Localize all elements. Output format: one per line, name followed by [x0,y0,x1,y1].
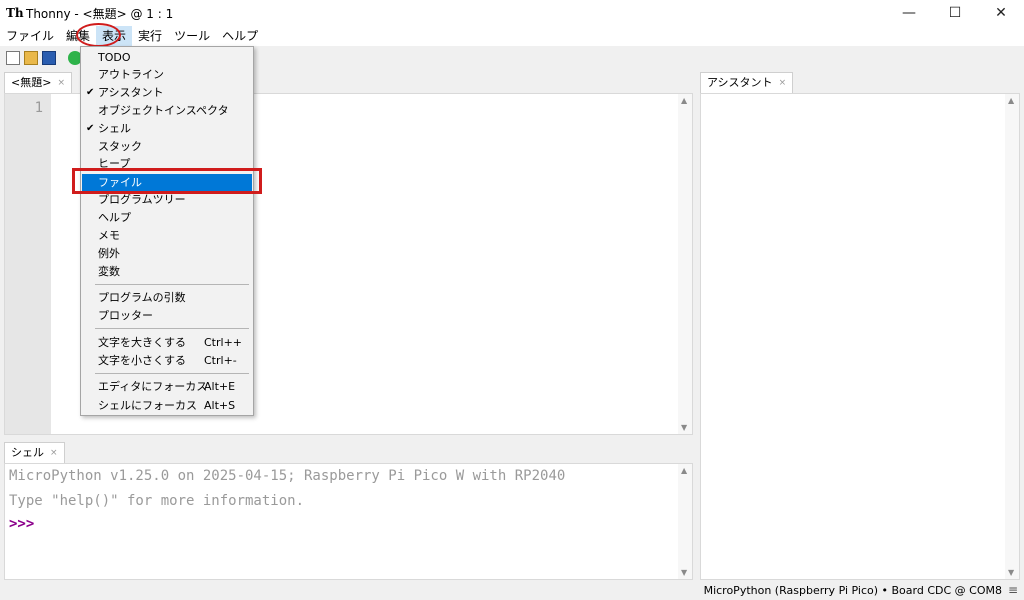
scroll-up-icon[interactable]: ▲ [1008,96,1014,105]
view-menu-item-increase-font[interactable]: 文字を大きくする Ctrl++ [82,334,252,351]
check-icon: ✔ [86,87,95,98]
assistant-scrollbar[interactable]: ▲ ▼ [1005,94,1019,579]
minimize-icon[interactable]: — [886,0,932,26]
shortcut-label: Alt+S [204,399,236,412]
thonny-app-icon: Th [6,6,24,20]
tab-label: シェル [11,446,44,459]
shortcut-label: Ctrl+- [204,354,237,367]
scroll-up-icon[interactable]: ▲ [681,466,687,475]
menu-file[interactable]: ファイル [0,26,60,46]
close-icon[interactable]: × [779,73,787,93]
scroll-down-icon[interactable]: ▼ [681,568,687,577]
check-icon: ✔ [86,123,95,134]
view-menu-item-program-arguments[interactable]: プログラムの引数 [82,289,252,306]
view-menu-item-exception[interactable]: 例外 [82,245,252,262]
shortcut-label: Alt+E [204,380,236,393]
view-menu-item-shell[interactable]: ✔ シェル [82,120,252,137]
view-menu-item-variables[interactable]: 変数 [82,263,252,280]
menu-grip-icon[interactable]: ≡ [1008,583,1018,597]
new-file-icon[interactable] [6,51,20,65]
shortcut-label: Ctrl++ [204,336,243,349]
save-icon[interactable] [42,51,56,65]
tab-shell[interactable]: シェル × [4,442,65,463]
view-menu-item-assistant[interactable]: ✔ アシスタント [82,84,252,101]
shell-scrollbar[interactable]: ▲ ▼ [678,464,692,579]
view-menu-item-todo[interactable]: TODO [82,49,252,66]
assistant-panel: ▲ ▼ [700,93,1020,580]
tab-label: アシスタント [707,76,773,89]
window-title: Thonny - <無題> @ 1 : 1 [26,6,174,21]
assistant-tabbar: アシスタント × [700,72,1020,93]
open-folder-icon[interactable] [24,51,38,65]
shell-panel[interactable]: MicroPython v1.25.0 on 2025-04-15; Raspb… [4,463,693,580]
view-menu-item-notes[interactable]: メモ [82,227,252,244]
view-menu-item-decrease-font[interactable]: 文字を小さくする Ctrl+- [82,352,252,369]
tab-label: <無題> [11,76,52,89]
line-number: 1 [34,100,43,116]
menu-run[interactable]: 実行 [132,26,168,46]
view-menu-item-object-inspector[interactable]: オブジェクトインスペクタ [82,102,252,119]
annotation-circle [76,23,121,47]
view-menu-item-help[interactable]: ヘルプ [82,209,252,226]
menu-separator [95,373,249,374]
title-bar: Th Thonny - <無題> @ 1 : 1 — ☐ ✕ [0,0,1024,26]
view-menu-dropdown: TODO アウトライン ✔ アシスタント オブジェクトインスペクタ ✔ シェル スタ… [80,46,254,416]
tab-assistant[interactable]: アシスタント × [700,72,794,93]
scroll-down-icon[interactable]: ▼ [1008,568,1014,577]
tab-untitled[interactable]: <無題> × [4,72,72,93]
status-bar: MicroPython (Raspberry Pi Pico) • Board … [0,582,1024,600]
view-menu-item-outline[interactable]: アウトライン [82,66,252,83]
menu-help[interactable]: ヘルプ [216,26,264,46]
close-icon[interactable]: × [50,443,58,463]
close-icon[interactable]: × [57,73,65,93]
shell-banner-line: MicroPython v1.25.0 on 2025-04-15; Raspb… [9,468,566,484]
shell-help-line: Type "help()" for more information. [9,493,305,509]
view-menu-item-focus-shell[interactable]: シェルにフォーカス Alt+S [82,397,252,414]
scroll-up-icon[interactable]: ▲ [681,96,687,105]
maximize-icon[interactable]: ☐ [932,0,978,26]
close-icon[interactable]: ✕ [978,0,1024,26]
view-menu-item-stack[interactable]: スタック [82,138,252,155]
line-number-gutter: 1 [5,94,51,434]
menu-bar: ファイル 編集 表示 実行 ツール ヘルプ [0,26,1024,46]
shell-tabbar: シェル × [0,442,695,463]
menu-tools[interactable]: ツール [168,26,216,46]
menu-separator [95,284,249,285]
view-menu-item-focus-editor[interactable]: エディタにフォーカス Alt+E [82,378,252,395]
shell-prompt: >>> [9,516,35,532]
annotation-highlight-box [72,168,262,194]
view-menu-item-plotter[interactable]: プロッター [82,307,252,324]
editor-scrollbar[interactable]: ▲ ▼ [678,94,692,434]
interpreter-status[interactable]: MicroPython (Raspberry Pi Pico) • Board … [704,584,1002,597]
menu-separator [95,328,249,329]
window-controls: — ☐ ✕ [886,0,1024,26]
scroll-down-icon[interactable]: ▼ [681,423,687,432]
